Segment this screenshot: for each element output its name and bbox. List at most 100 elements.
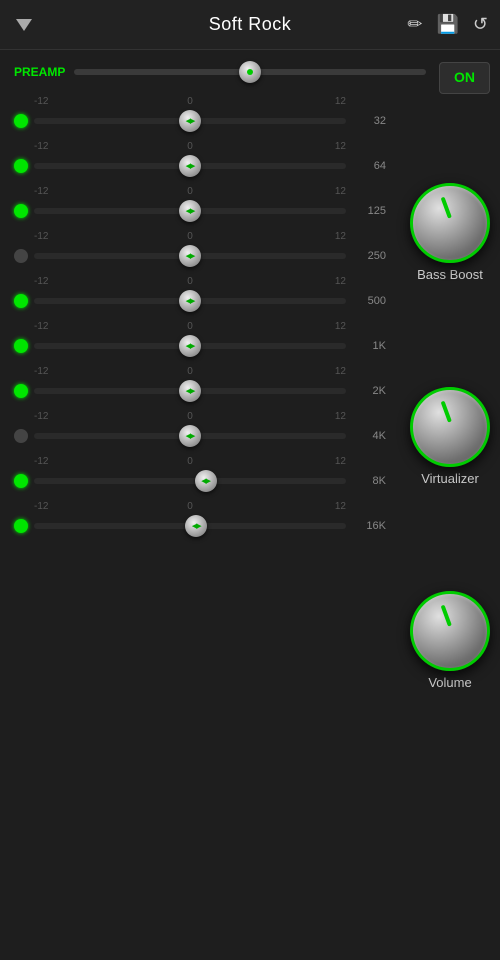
knob-section-volume[interactable]: Volume	[410, 591, 490, 690]
eq-thumb-2[interactable]	[179, 200, 201, 222]
scale-center-7: 0	[138, 411, 242, 422]
save-icon[interactable]: 💾	[436, 14, 458, 35]
eq-band-dot-6	[14, 384, 28, 398]
eq-band-dot-0	[14, 114, 28, 128]
scale-center-8: 0	[138, 456, 242, 467]
scale-center-1: 0	[138, 141, 242, 152]
scale-center-0: 0	[138, 96, 242, 107]
triangle-icon	[16, 19, 32, 31]
eq-thumb-4[interactable]	[179, 290, 201, 312]
eq-band-dot-3	[14, 249, 28, 263]
preamp-thumb[interactable]	[239, 61, 261, 83]
eq-band-dot-7	[14, 429, 28, 443]
scale-right-9: 12	[242, 501, 346, 512]
eq-thumb-9[interactable]	[185, 515, 207, 537]
eq-slider-2[interactable]	[34, 201, 346, 221]
scale-row-6: -12 0 12	[0, 364, 400, 377]
eq-band-dot-4	[14, 294, 28, 308]
scale-row-1: -12 0 12	[0, 139, 400, 152]
scale-row-4: -12 0 12	[0, 274, 400, 287]
eq-band-row-7: 4K	[0, 422, 400, 454]
eq-slider-9[interactable]	[34, 516, 346, 536]
scale-right-8: 12	[242, 456, 346, 467]
preset-title: Soft Rock	[209, 14, 292, 35]
knob-bass-boost[interactable]	[410, 183, 490, 263]
on-button[interactable]: ON	[439, 62, 490, 94]
eq-thumb-3[interactable]	[179, 245, 201, 267]
eq-slider-4[interactable]	[34, 291, 346, 311]
preamp-row: PREAMP	[0, 54, 500, 90]
scale-right-6: 12	[242, 366, 346, 377]
eq-band-row-2: 125	[0, 197, 400, 229]
scale-right-5: 12	[242, 321, 346, 332]
preamp-label: PREAMP	[14, 65, 74, 79]
knob-label-bass-boost: Bass Boost	[417, 267, 483, 282]
eq-thumb-6[interactable]	[179, 380, 201, 402]
freq-label-2: 125	[350, 205, 386, 217]
scale-left-0: -12	[34, 96, 138, 107]
scale-right-7: 12	[242, 411, 346, 422]
scale-left-4: -12	[34, 276, 138, 287]
scale-center-6: 0	[138, 366, 242, 377]
scale-left-8: -12	[34, 456, 138, 467]
eq-band-row-3: 250	[0, 242, 400, 274]
eq-slider-6[interactable]	[34, 381, 346, 401]
freq-label-1: 64	[350, 160, 386, 172]
knob-indicator	[441, 401, 452, 423]
scale-row-5: -12 0 12	[0, 319, 400, 332]
eq-band-dot-1	[14, 159, 28, 173]
freq-label-9: 16K	[350, 520, 386, 532]
knob-virtualizer[interactable]	[410, 387, 490, 467]
header-actions: ✏ 💾 ↺	[407, 14, 488, 35]
knob-label-virtualizer: Virtualizer	[421, 471, 479, 486]
eq-band-dot-8	[14, 474, 28, 488]
eq-thumb-8[interactable]	[195, 470, 217, 492]
eq-band-row-4: 500	[0, 287, 400, 319]
scale-right-4: 12	[242, 276, 346, 287]
knob-section-bass-boost[interactable]: Bass Boost	[410, 183, 490, 282]
freq-label-6: 2K	[350, 385, 386, 397]
eq-band-row-1: 64	[0, 152, 400, 184]
freq-label-7: 4K	[350, 430, 386, 442]
scale-row-0: -12 0 12	[0, 94, 400, 107]
eq-thumb-7[interactable]	[179, 425, 201, 447]
eq-track-8	[34, 478, 346, 484]
scale-row-2: -12 0 12	[0, 184, 400, 197]
freq-label-5: 1K	[350, 340, 386, 352]
preamp-track	[74, 69, 426, 75]
pencil-icon[interactable]: ✏	[407, 14, 422, 35]
eq-slider-7[interactable]	[34, 426, 346, 446]
eq-band-row-6: 2K	[0, 377, 400, 409]
eq-thumb-1[interactable]	[179, 155, 201, 177]
scale-left-2: -12	[34, 186, 138, 197]
eq-band-dot-9	[14, 519, 28, 533]
eq-slider-8[interactable]	[34, 471, 346, 491]
eq-slider-0[interactable]	[34, 111, 346, 131]
eq-band-row-5: 1K	[0, 332, 400, 364]
eq-slider-5[interactable]	[34, 336, 346, 356]
scale-center-2: 0	[138, 186, 242, 197]
scale-right-2: 12	[242, 186, 346, 197]
knob-label-volume: Volume	[428, 675, 471, 690]
eq-band-dot-2	[14, 204, 28, 218]
scale-row-9: -12 0 12	[0, 499, 400, 512]
eq-band-row-9: 16K	[0, 512, 400, 544]
eq-thumb-5[interactable]	[179, 335, 201, 357]
knob-section-virtualizer[interactable]: Virtualizer	[410, 387, 490, 486]
preamp-slider-container[interactable]	[74, 62, 426, 82]
scale-row-8: -12 0 12	[0, 454, 400, 467]
scale-center-5: 0	[138, 321, 242, 332]
knob-volume[interactable]	[410, 591, 490, 671]
eq-slider-1[interactable]	[34, 156, 346, 176]
reset-icon[interactable]: ↺	[473, 14, 488, 35]
scale-row-3: -12 0 12	[0, 229, 400, 242]
eq-band-row-0: 32	[0, 107, 400, 139]
freq-label-0: 32	[350, 115, 386, 127]
eq-thumb-0[interactable]	[179, 110, 201, 132]
freq-label-3: 250	[350, 250, 386, 262]
eq-band-row-8: 8K	[0, 467, 400, 499]
eq-slider-3[interactable]	[34, 246, 346, 266]
scale-left-1: -12	[34, 141, 138, 152]
knob-indicator	[441, 197, 452, 219]
scale-center-4: 0	[138, 276, 242, 287]
